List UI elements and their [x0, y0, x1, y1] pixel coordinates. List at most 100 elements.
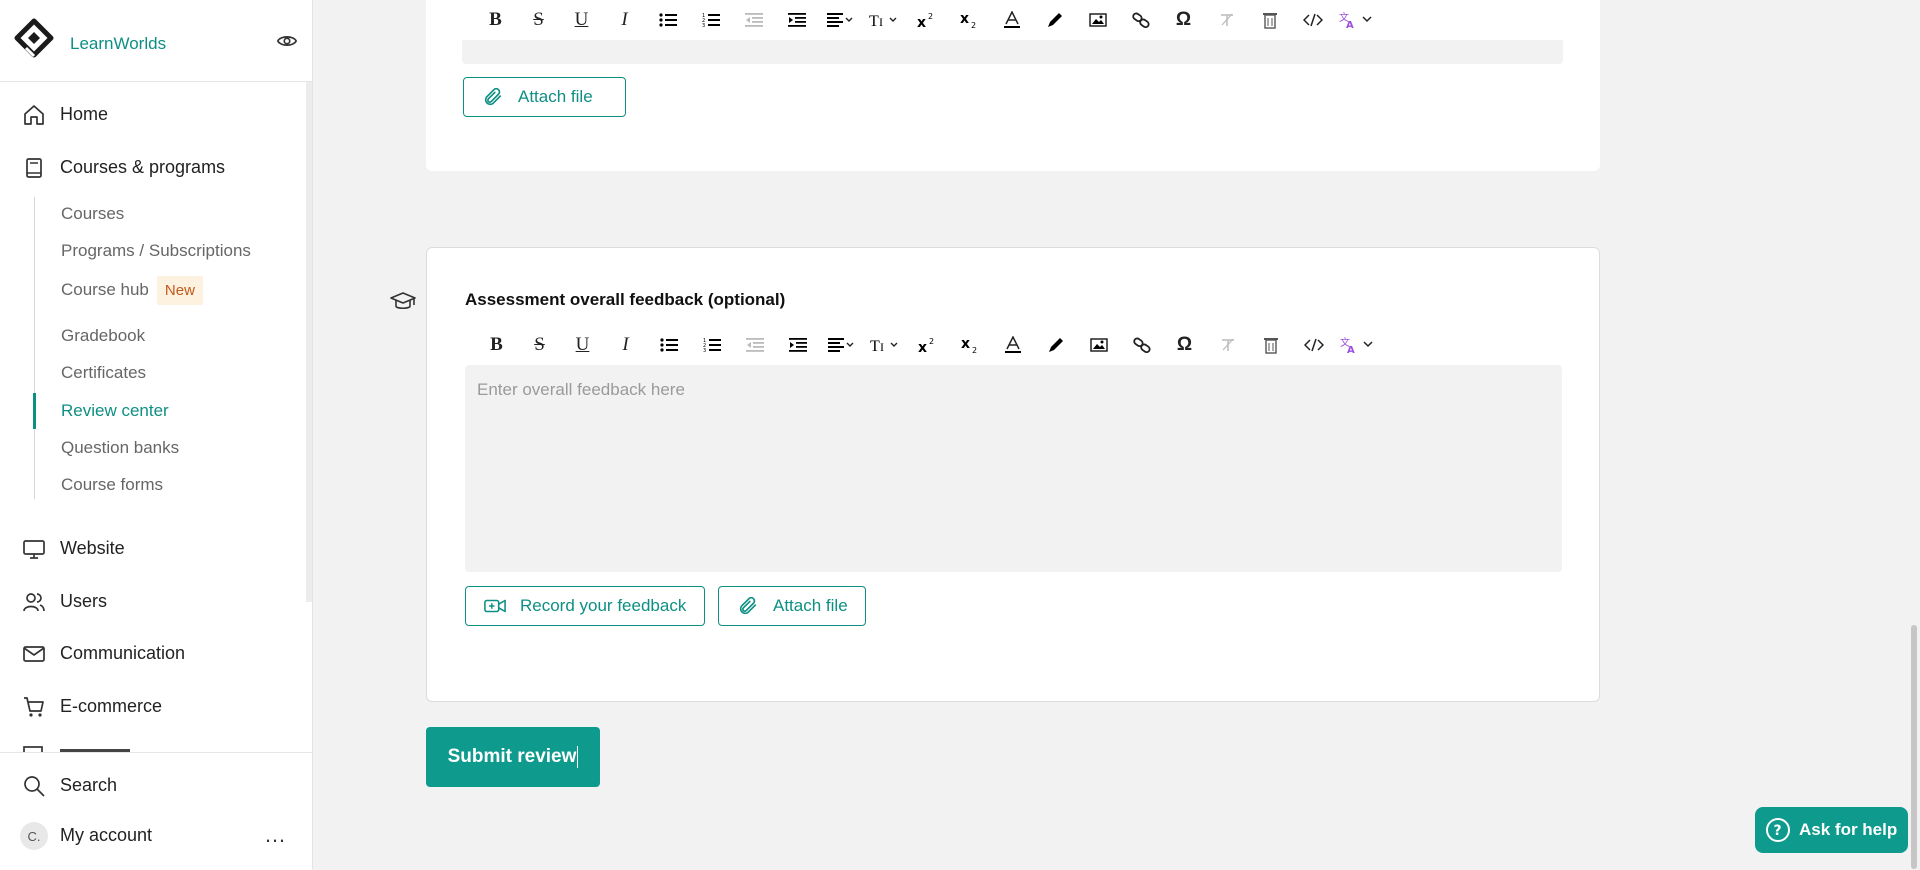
- outdent-icon[interactable]: [732, 8, 775, 32]
- answer-feedback-editor[interactable]: [462, 40, 1563, 64]
- brand[interactable]: LearnWorlds: [14, 18, 166, 69]
- special-char-icon[interactable]: Ω: [1163, 333, 1206, 357]
- svg-text:2: 2: [971, 21, 976, 29]
- bold-icon[interactable]: B: [474, 8, 517, 32]
- svg-text:2: 2: [972, 346, 977, 354]
- submit-review-button[interactable]: Submit review: [426, 727, 600, 787]
- nav-item-website[interactable]: Website: [0, 528, 306, 568]
- help-circle-icon: ?: [1765, 817, 1791, 843]
- strikethrough-icon[interactable]: S: [517, 8, 560, 32]
- nav-item-ecommerce[interactable]: E-commerce: [0, 686, 306, 726]
- cart-icon: [22, 695, 46, 719]
- record-feedback-label: Record your feedback: [520, 596, 687, 615]
- svg-text:I: I: [879, 15, 883, 28]
- align-icon[interactable]: [819, 333, 862, 357]
- sidebar-item-gradebook[interactable]: Gradebook: [61, 326, 145, 346]
- svg-text:x: x: [961, 336, 970, 352]
- video-camera-icon: [484, 597, 506, 615]
- sidebar-item-certificates[interactable]: Certificates: [61, 363, 146, 383]
- svg-text:A: A: [1347, 345, 1355, 354]
- highlight-pen-icon[interactable]: [1033, 8, 1076, 32]
- font-color-icon[interactable]: [990, 8, 1033, 32]
- svg-text:A: A: [1346, 20, 1354, 29]
- subnav-guide-line: [34, 197, 35, 499]
- highlight-pen-icon[interactable]: [1034, 333, 1077, 357]
- ask-for-help-button[interactable]: ? Ask for help: [1755, 807, 1908, 853]
- code-icon[interactable]: [1292, 333, 1335, 357]
- page-scrollbar-thumb[interactable]: [1911, 625, 1917, 869]
- nav-item-partially-hidden: [22, 741, 222, 752]
- link-icon[interactable]: [1119, 8, 1162, 32]
- font-color-icon[interactable]: [991, 333, 1034, 357]
- submit-review-label: Submit review: [447, 746, 577, 767]
- italic-icon[interactable]: I: [603, 8, 646, 32]
- book-icon: [22, 156, 46, 180]
- sidebar-item-question-banks[interactable]: Question banks: [61, 438, 179, 458]
- svg-text:x: x: [917, 15, 926, 28]
- translate-ai-icon[interactable]: 文A: [1334, 8, 1377, 32]
- bullet-list-icon[interactable]: [646, 8, 689, 32]
- sidebar-item-course-hub[interactable]: Course hub New: [61, 276, 203, 305]
- subscript-icon[interactable]: x2: [948, 333, 991, 357]
- link-icon[interactable]: [1120, 333, 1163, 357]
- editor-toolbar-feedback: B S U I 123 TI x2 x2 Ω 文A: [475, 333, 1378, 357]
- code-icon[interactable]: [1291, 8, 1334, 32]
- ask-for-help-label: Ask for help: [1799, 820, 1898, 839]
- svg-text:3: 3: [703, 348, 706, 353]
- nav-label-home: Home: [60, 103, 109, 124]
- bullet-list-icon[interactable]: [647, 333, 690, 357]
- nav-label-courses-programs: Courses & programs: [60, 156, 226, 177]
- delete-icon[interactable]: [1248, 8, 1291, 32]
- svg-text:I: I: [880, 340, 884, 353]
- new-badge: New: [156, 276, 203, 305]
- nav-label-search: Search: [60, 774, 118, 795]
- translate-ai-icon[interactable]: 文A: [1335, 333, 1378, 357]
- bold-icon[interactable]: B: [475, 333, 518, 357]
- eye-icon[interactable]: [276, 30, 298, 57]
- nav-item-search[interactable]: Search: [0, 765, 306, 805]
- indent-icon[interactable]: [775, 8, 818, 32]
- nav-item-users[interactable]: Users: [0, 581, 306, 621]
- text-size-icon[interactable]: TI: [861, 8, 904, 32]
- underline-icon[interactable]: U: [561, 333, 604, 357]
- sidebar-item-programs-subscriptions[interactable]: Programs / Subscriptions: [61, 241, 251, 261]
- brand-name: LearnWorlds: [70, 33, 167, 53]
- users-icon: [22, 590, 46, 614]
- sidebar-item-course-forms[interactable]: Course forms: [61, 475, 163, 495]
- graduation-cap-icon: [390, 290, 416, 319]
- indent-icon[interactable]: [776, 333, 819, 357]
- image-icon[interactable]: [1076, 8, 1119, 32]
- text-size-icon[interactable]: TI: [862, 333, 905, 357]
- strikethrough-icon[interactable]: S: [518, 333, 561, 357]
- attach-file-button[interactable]: Attach file: [718, 586, 866, 626]
- sidebar-scrollbar[interactable]: [306, 82, 312, 602]
- nav-item-courses-programs[interactable]: Courses & programs: [0, 147, 306, 187]
- avatar[interactable]: C.: [20, 822, 48, 850]
- superscript-icon[interactable]: x2: [904, 8, 947, 32]
- sidebar-item-review-center[interactable]: Review center: [61, 401, 169, 421]
- subscript-icon[interactable]: x2: [947, 8, 990, 32]
- sidebar-item-courses[interactable]: Courses: [61, 204, 124, 224]
- delete-icon[interactable]: [1249, 333, 1292, 357]
- underline-icon[interactable]: U: [560, 8, 603, 32]
- superscript-icon[interactable]: x2: [905, 333, 948, 357]
- record-feedback-button[interactable]: Record your feedback: [465, 586, 705, 626]
- special-char-icon[interactable]: Ω: [1162, 8, 1205, 32]
- nav-item-communication[interactable]: Communication: [0, 633, 306, 673]
- align-icon[interactable]: [818, 8, 861, 32]
- attach-file-button-top[interactable]: Attach file: [463, 77, 626, 117]
- nav-label-users: Users: [60, 590, 108, 611]
- nav-label-ecommerce: E-commerce: [60, 695, 163, 716]
- more-options-icon[interactable]: …: [264, 822, 287, 848]
- image-icon[interactable]: [1077, 333, 1120, 357]
- svg-text:?: ?: [1774, 823, 1782, 839]
- clear-format-icon[interactable]: [1206, 333, 1249, 357]
- italic-icon[interactable]: I: [604, 333, 647, 357]
- text-cursor: [577, 746, 579, 768]
- numbered-list-icon[interactable]: 123: [689, 8, 732, 32]
- numbered-list-icon[interactable]: 123: [690, 333, 733, 357]
- nav-item-home[interactable]: Home: [0, 94, 306, 134]
- paperclip-icon: [482, 86, 504, 108]
- outdent-icon[interactable]: [733, 333, 776, 357]
- clear-format-icon[interactable]: [1205, 8, 1248, 32]
